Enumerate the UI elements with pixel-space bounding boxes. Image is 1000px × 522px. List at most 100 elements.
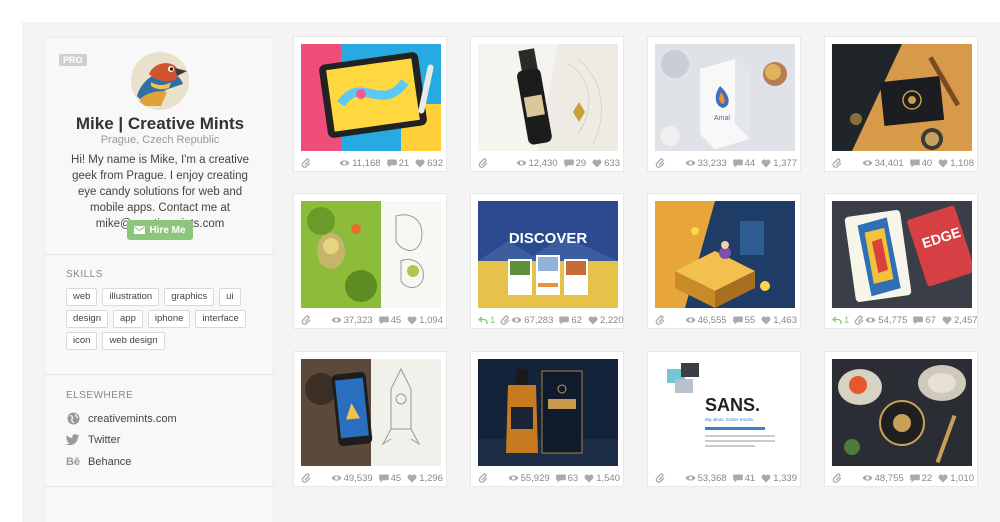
- shot-card: Amal 33,233 44 1,377: [647, 36, 801, 172]
- behance-icon: Bē: [65, 455, 81, 468]
- views-icon: [862, 475, 873, 481]
- attachment-icon[interactable]: [478, 157, 489, 169]
- shot-thumbnail-whisky[interactable]: [478, 359, 618, 466]
- likes-count: 1,108: [950, 157, 974, 169]
- heart-icon: [584, 474, 594, 482]
- comments-icon: [732, 474, 743, 482]
- comments-count: 22: [921, 472, 933, 484]
- heart-icon: [407, 316, 417, 324]
- heart-icon: [588, 316, 598, 324]
- profile-name: Mike | Creative Mints: [75, 114, 245, 133]
- attachment-icon[interactable]: [500, 314, 511, 326]
- rebound-indicator[interactable]: 1: [832, 315, 849, 326]
- hire-me-button[interactable]: Hire Me: [127, 220, 193, 240]
- comments-count: 63: [567, 472, 579, 484]
- attachment-icon[interactable]: [301, 472, 312, 484]
- likes-count: 1,463: [773, 314, 797, 326]
- rebound-icon: [478, 316, 488, 324]
- shot-thumbnail-iso-game[interactable]: [655, 201, 795, 308]
- comments-count: 45: [390, 314, 402, 326]
- views-count: 53,368: [697, 472, 727, 484]
- heart-icon: [761, 159, 771, 167]
- shot-card: 48,755 22 1,010: [824, 351, 978, 487]
- attachment-icon[interactable]: [832, 157, 843, 169]
- attachment-icon[interactable]: [854, 314, 865, 326]
- heart-icon: [761, 316, 771, 324]
- skill-tag[interactable]: interface: [195, 310, 246, 328]
- link-twitter[interactable]: Twitter: [66, 430, 177, 452]
- attachment-icon[interactable]: [832, 472, 843, 484]
- likes-count: 1,296: [419, 472, 443, 484]
- likes-count: 633: [604, 157, 620, 169]
- comments-icon: [732, 316, 743, 324]
- skill-tag[interactable]: design: [66, 310, 108, 328]
- link-behance[interactable]: Bē Behance: [66, 451, 177, 473]
- views-icon: [508, 475, 519, 481]
- comments-count: 40: [921, 157, 933, 169]
- shot-thumbnail-phone-rocket[interactable]: [301, 359, 441, 466]
- skill-tag[interactable]: graphics: [164, 288, 215, 306]
- shot-thumbnail-dark-box[interactable]: [832, 44, 972, 151]
- twitter-icon: [66, 433, 80, 447]
- views-icon: [331, 475, 342, 481]
- attachment-icon[interactable]: [478, 472, 489, 484]
- amal-label: Amal: [714, 115, 730, 122]
- likes-count: 2,220: [599, 314, 624, 326]
- views-icon: [685, 317, 696, 323]
- shot-thumbnail-amal-package[interactable]: Amal: [655, 44, 795, 151]
- shot-card: 46,555 55 1,463: [647, 193, 801, 329]
- attachment-icon[interactable]: [655, 472, 666, 484]
- views-count: 67,283: [524, 314, 554, 326]
- views-icon: [331, 317, 342, 323]
- views-count: 37,323: [343, 314, 373, 326]
- attachment-icon[interactable]: [301, 157, 312, 169]
- heart-icon: [761, 474, 771, 482]
- sans-title: SANS.: [705, 395, 760, 415]
- link-website[interactable]: creativemints.com: [66, 408, 177, 430]
- views-count: 33,233: [697, 157, 727, 169]
- attachment-icon[interactable]: [655, 157, 666, 169]
- divider: [45, 374, 275, 375]
- shot-thumbnail-oysters[interactable]: [832, 359, 972, 466]
- rebound-indicator[interactable]: 1: [478, 315, 495, 326]
- shot-thumbnail-champagne[interactable]: [478, 44, 618, 151]
- attachment-icon[interactable]: [655, 314, 666, 326]
- skill-tag[interactable]: web: [66, 288, 98, 306]
- attachment-icon[interactable]: [301, 314, 312, 326]
- skill-tag[interactable]: illustration: [102, 288, 160, 306]
- views-count: 12,430: [528, 157, 558, 169]
- shot-thumbnail-tablet-game[interactable]: [301, 44, 441, 151]
- views-count: 54,775: [878, 314, 908, 326]
- mail-icon: [134, 226, 146, 234]
- comments-icon: [913, 316, 924, 324]
- shot-stats: 49,539 45 1,296: [301, 471, 443, 485]
- likes-count: 1,377: [773, 157, 797, 169]
- shot-card: EDGE 1 54,775 67 2,457: [824, 193, 978, 329]
- views-count: 48,755: [874, 472, 904, 484]
- shot-stats: 46,555 55 1,463: [655, 313, 797, 327]
- skill-tag[interactable]: icon: [66, 332, 98, 350]
- skill-tag[interactable]: web design: [102, 332, 165, 350]
- shot-thumbnail-game-sketch[interactable]: [301, 201, 441, 308]
- page-background: PRO Mike | Creative Mints Prague, Czech …: [22, 22, 1000, 522]
- comments-icon: [909, 159, 920, 167]
- shot-thumbnail-playing-cards[interactable]: EDGE: [832, 201, 972, 308]
- skills-title: SKILLS: [66, 269, 103, 280]
- skill-tag[interactable]: ui: [219, 288, 241, 306]
- divider: [45, 486, 275, 487]
- views-icon: [865, 317, 876, 323]
- views-count: 46,555: [697, 314, 727, 326]
- shot-stats: 48,755 22 1,010: [832, 471, 974, 485]
- comments-count: 55: [744, 314, 756, 326]
- views-count: 55,929: [520, 472, 550, 484]
- skill-tag[interactable]: app: [113, 310, 143, 328]
- shot-card: DISCOVER 1 67,283 62 2,220: [470, 193, 624, 329]
- sans-subtitle: Big ideas, bolder results.: [705, 417, 754, 422]
- heart-icon: [592, 159, 602, 167]
- avatar[interactable]: [131, 52, 189, 110]
- skills-tags: web illustration graphics ui design app …: [66, 288, 266, 350]
- skill-tag[interactable]: iphone: [147, 310, 191, 328]
- shot-thumbnail-sans-site[interactable]: SANS. Big ideas, bolder results.: [655, 359, 795, 466]
- shot-thumbnail-discover-site[interactable]: DISCOVER: [478, 201, 618, 308]
- comments-count: 67: [925, 314, 936, 326]
